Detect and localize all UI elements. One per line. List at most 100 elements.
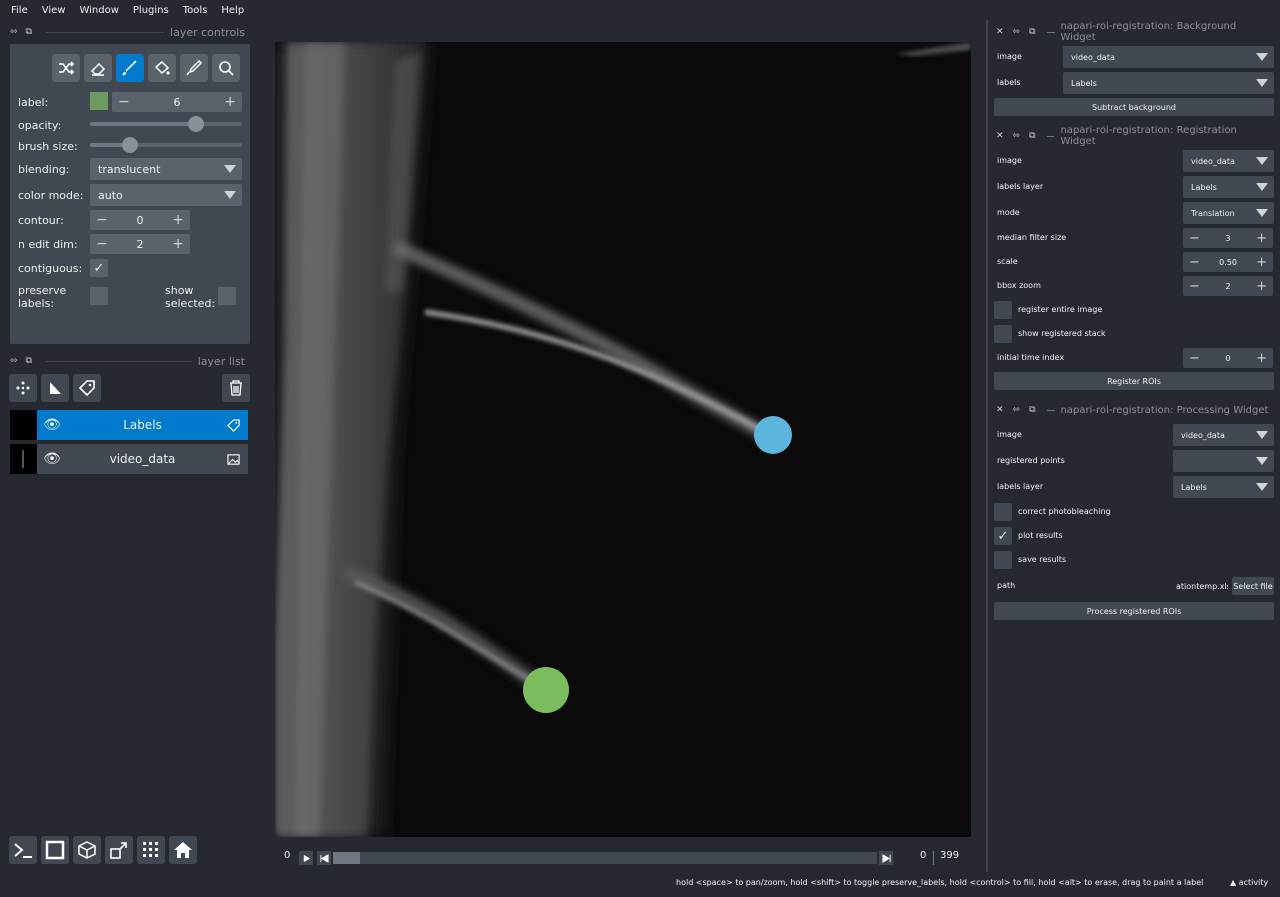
dock-float-icon[interactable]: ⬄ xyxy=(10,27,18,37)
plus-icon[interactable]: + xyxy=(1256,279,1267,294)
contiguous-checkbox[interactable]: ✓ xyxy=(90,259,108,277)
transpose-button[interactable] xyxy=(105,836,133,864)
preserve-labels-checkbox[interactable] xyxy=(90,287,108,305)
menu-file[interactable]: File xyxy=(4,5,35,16)
shuffle-colors-button[interactable] xyxy=(52,54,80,82)
plus-icon[interactable]: + xyxy=(1256,255,1267,270)
background-widget-title-bar: ✕ ⬄ ⧉ napari-roi-registration: Backgroun… xyxy=(996,21,1274,43)
minus-icon[interactable]: − xyxy=(118,94,130,110)
roi-2[interactable] xyxy=(523,667,569,713)
show-selected-line2: selected: xyxy=(165,297,216,310)
paint-button[interactable] xyxy=(116,54,144,82)
blending-combo[interactable]: translucent xyxy=(90,158,242,180)
proc-image-combo[interactable]: video_data xyxy=(1173,424,1274,446)
close-icon[interactable]: ✕ xyxy=(996,27,1004,37)
new-points-layer-button[interactable] xyxy=(9,374,37,402)
viewer-canvas[interactable] xyxy=(275,42,971,837)
reg-labels-layer-combo[interactable]: Labels xyxy=(1183,176,1274,198)
scale-spinbox[interactable]: − 0.50 + xyxy=(1183,252,1273,272)
plus-icon[interactable]: + xyxy=(172,212,184,228)
dock-float-icon[interactable]: ⬄ xyxy=(1013,27,1021,37)
color-mode-combo[interactable]: auto xyxy=(90,184,242,206)
dock-close-icon[interactable]: ⧉ xyxy=(26,356,32,366)
plus-icon[interactable]: + xyxy=(1256,351,1267,366)
dims-slider-handle[interactable] xyxy=(333,852,360,864)
eye-icon[interactable]: 👁 xyxy=(37,451,67,467)
initial-time-index-spinbox[interactable]: − 0 + xyxy=(1183,348,1273,368)
process-registered-rois-button[interactable]: Process registered ROIs xyxy=(994,602,1274,620)
show-registered-stack-checkbox[interactable] xyxy=(994,325,1012,343)
dock-restore-icon[interactable]: ⧉ xyxy=(1029,131,1035,141)
registered-points-combo[interactable] xyxy=(1173,450,1274,472)
dims-slider[interactable] xyxy=(333,852,877,864)
save-results-checkbox[interactable] xyxy=(994,551,1012,569)
register-entire-image-checkbox[interactable] xyxy=(994,301,1012,319)
bbox-zoom-spinbox[interactable]: − 2 + xyxy=(1183,276,1273,296)
dock-float-icon[interactable]: ⬄ xyxy=(10,356,18,366)
delete-layer-button[interactable] xyxy=(222,374,250,402)
minus-icon[interactable]: − xyxy=(1189,255,1200,270)
pick-button[interactable] xyxy=(180,54,208,82)
erase-button[interactable] xyxy=(84,54,112,82)
fill-button[interactable] xyxy=(148,54,176,82)
layer-row-labels[interactable]: 👁 Labels xyxy=(10,410,248,440)
select-file-button[interactable]: Select file xyxy=(1232,577,1274,595)
contour-spinbox[interactable]: − 0 + xyxy=(90,210,190,230)
roll-dims-button[interactable] xyxy=(73,836,101,864)
menu-tools[interactable]: Tools xyxy=(176,5,215,16)
contiguous-label: contiguous: xyxy=(18,262,83,275)
blending-label: blending: xyxy=(18,163,70,176)
layer-row-video-data[interactable]: 👁 video_data xyxy=(10,444,248,474)
plot-results-checkbox[interactable]: ✓ xyxy=(994,527,1012,545)
minus-icon[interactable]: − xyxy=(1189,231,1200,246)
minus-icon[interactable]: − xyxy=(1189,279,1200,294)
dock-separator[interactable] xyxy=(986,20,988,872)
menu-window[interactable]: Window xyxy=(72,5,125,16)
brush-size-slider-handle[interactable] xyxy=(121,137,138,153)
reg-mode-combo[interactable]: Translation xyxy=(1183,202,1274,224)
opacity-slider-handle[interactable] xyxy=(188,116,205,132)
dock-close-icon[interactable]: ⧉ xyxy=(26,27,32,37)
proc-labels-layer-combo[interactable]: Labels xyxy=(1173,476,1274,498)
activity-button[interactable]: ▲ activity xyxy=(1230,878,1268,887)
close-icon[interactable]: ✕ xyxy=(996,405,1004,415)
menu-help[interactable]: Help xyxy=(214,5,251,16)
dock-float-icon[interactable]: ⬄ xyxy=(1013,131,1021,141)
dock-float-icon[interactable]: ⬄ xyxy=(1013,405,1021,415)
show-selected-checkbox[interactable] xyxy=(218,287,236,305)
eye-icon[interactable]: 👁 xyxy=(37,417,67,433)
new-shapes-layer-button[interactable] xyxy=(41,374,69,402)
bg-image-combo[interactable]: video_data xyxy=(1063,46,1274,68)
minus-icon[interactable]: − xyxy=(96,236,108,252)
minus-icon[interactable]: − xyxy=(96,212,108,228)
step-back-button[interactable] xyxy=(317,851,331,865)
ndisplay-button[interactable] xyxy=(41,836,69,864)
plus-icon[interactable]: + xyxy=(172,236,184,252)
n-edit-dim-spinbox[interactable]: − 2 + xyxy=(90,234,190,254)
console-button[interactable] xyxy=(9,836,37,864)
dock-restore-icon[interactable]: ⧉ xyxy=(1029,27,1035,37)
path-input[interactable]: ationtemp.xls xyxy=(1172,576,1228,596)
step-forward-button[interactable] xyxy=(879,851,893,865)
play-button[interactable] xyxy=(299,851,313,865)
pan-zoom-button[interactable] xyxy=(212,54,240,82)
correct-photobleaching-checkbox[interactable] xyxy=(994,503,1012,521)
label-spinbox[interactable]: − 6 + xyxy=(112,92,242,112)
menu-view[interactable]: View xyxy=(35,5,73,16)
dock-restore-icon[interactable]: ⧉ xyxy=(1029,405,1035,415)
subtract-background-button[interactable]: Subtract background xyxy=(994,98,1274,116)
bg-labels-combo[interactable]: Labels xyxy=(1063,72,1274,94)
menu-plugins[interactable]: Plugins xyxy=(126,5,176,16)
plus-icon[interactable]: + xyxy=(224,94,236,110)
home-button[interactable] xyxy=(169,836,197,864)
register-entire-image-label: register entire image xyxy=(1018,305,1103,314)
plus-icon[interactable]: + xyxy=(1256,231,1267,246)
grid-button[interactable] xyxy=(137,836,165,864)
register-rois-button[interactable]: Register ROIs xyxy=(994,372,1274,390)
new-labels-layer-button[interactable] xyxy=(73,374,101,402)
close-icon[interactable]: ✕ xyxy=(996,131,1004,141)
median-filter-spinbox[interactable]: − 3 + xyxy=(1183,228,1273,248)
roi-1[interactable] xyxy=(754,416,792,454)
reg-image-combo[interactable]: video_data xyxy=(1183,150,1274,172)
minus-icon[interactable]: − xyxy=(1189,351,1200,366)
